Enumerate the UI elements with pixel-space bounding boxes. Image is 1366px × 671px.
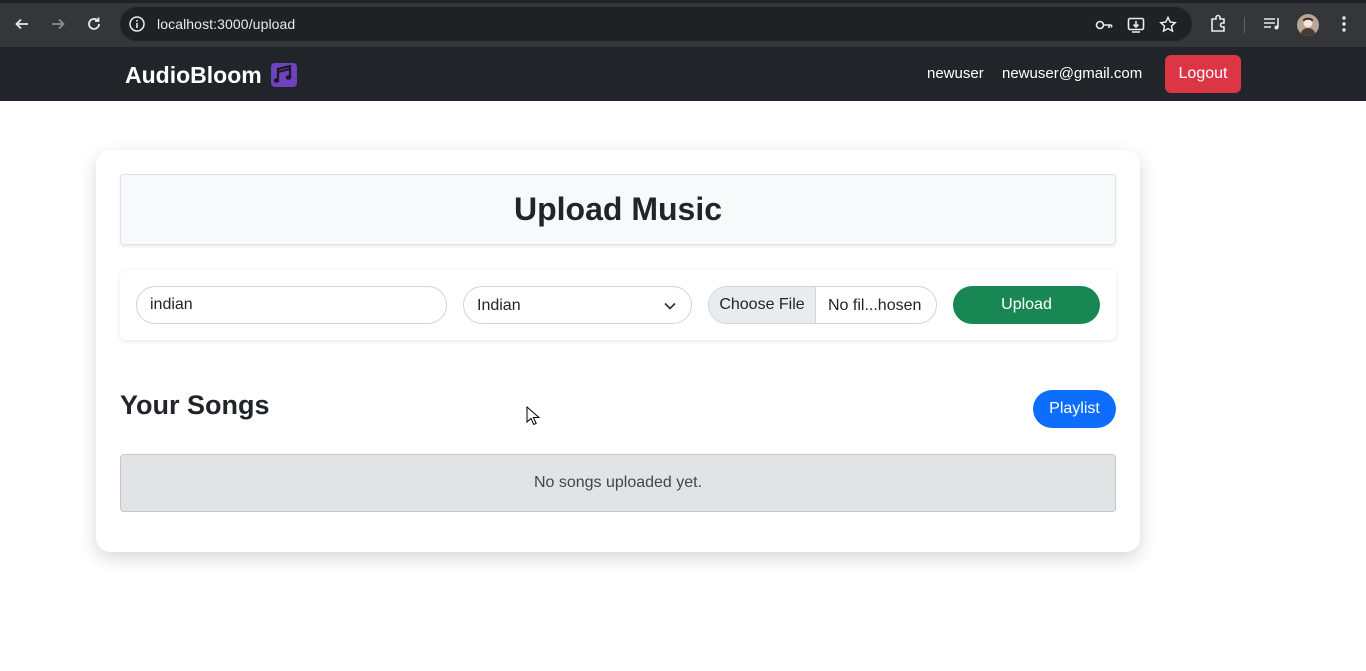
file-input[interactable]: Choose File No fil...hosen (708, 286, 937, 324)
upload-form: Indian Choose File No fil...hosen Upload (120, 270, 1116, 340)
page-title-box: Upload Music (120, 174, 1116, 245)
genre-selected-value: Indian (477, 297, 521, 314)
app-navbar: AudioBloom newuser newuser@gmail.com Log… (0, 47, 1366, 101)
nav-username: newuser (927, 65, 984, 82)
password-key-icon[interactable] (1094, 15, 1114, 35)
chevron-down-icon (664, 302, 676, 310)
media-controls-icon[interactable] (1261, 13, 1283, 35)
nav-email: newuser@gmail.com (1002, 65, 1143, 82)
browser-toolbar: localhost:3000/upload (0, 0, 1366, 47)
profile-avatar[interactable] (1297, 14, 1319, 36)
upload-card: Upload Music Indian Choose File No fil..… (96, 150, 1140, 552)
mouse-cursor-icon (526, 406, 540, 426)
install-app-icon[interactable] (1126, 15, 1146, 35)
playlist-button[interactable]: Playlist (1033, 390, 1116, 428)
forward-arrow-icon[interactable] (46, 12, 70, 36)
bookmark-star-icon[interactable] (1158, 15, 1178, 35)
empty-songs-message: No songs uploaded yet. (533, 474, 703, 491)
site-info-icon[interactable] (128, 15, 146, 33)
back-arrow-icon[interactable] (10, 12, 34, 36)
song-name-input[interactable] (136, 286, 447, 324)
page-title: Upload Music (513, 191, 722, 227)
kebab-menu-icon[interactable] (1333, 13, 1355, 35)
brand-logo-text[interactable]: AudioBloom (125, 62, 262, 89)
logout-button[interactable]: Logout (1165, 55, 1241, 93)
music-notes-icon (271, 63, 297, 87)
genre-select[interactable]: Indian (463, 286, 692, 324)
your-songs-heading: Your Songs (120, 390, 270, 420)
extensions-puzzle-icon[interactable] (1207, 13, 1229, 35)
toolbar-divider (1244, 17, 1245, 33)
address-bar[interactable]: localhost:3000/upload (120, 7, 1192, 41)
reload-icon[interactable] (82, 12, 106, 36)
empty-songs-alert: No songs uploaded yet. (120, 454, 1116, 512)
choose-file-button[interactable]: Choose File (709, 287, 816, 323)
url-text[interactable]: localhost:3000/upload (157, 16, 295, 32)
upload-button[interactable]: Upload (953, 286, 1100, 324)
file-status-text: No fil...hosen (828, 297, 922, 314)
